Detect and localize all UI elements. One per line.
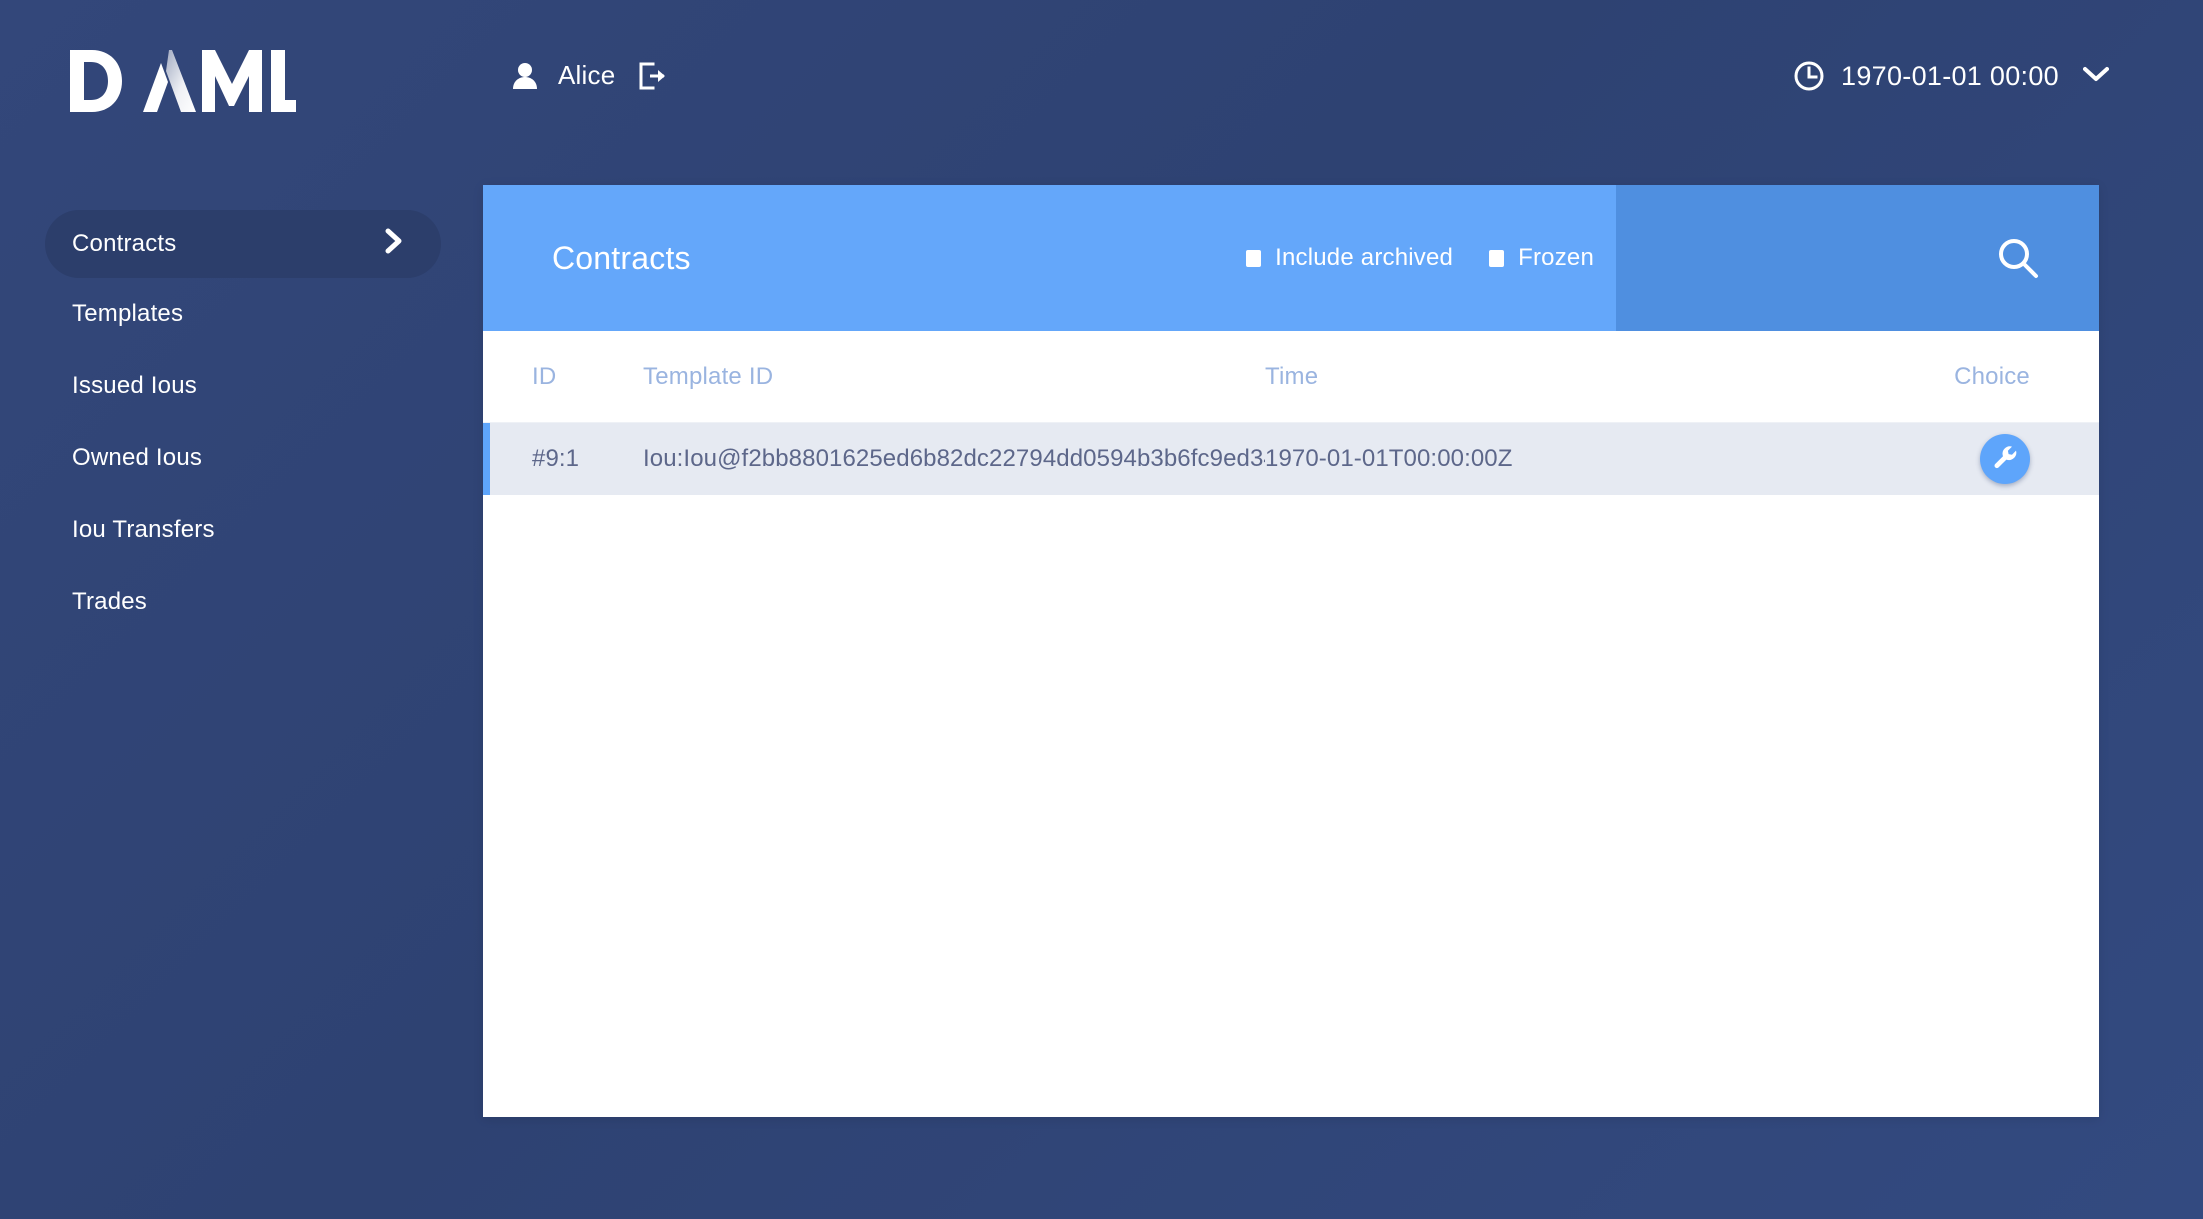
table-row[interactable]: #9:1 Iou:Iou@f2bb8801625ed6b82dc22794dd0…: [483, 423, 2099, 495]
clock-icon: [1793, 60, 1825, 92]
ledger-time-selector[interactable]: 1970-01-01 00:00: [1793, 60, 2109, 92]
filter-label: Frozen: [1518, 244, 1594, 271]
cell-contract-id: #9:1: [532, 445, 580, 472]
sidebar-item-label: Iou Transfers: [72, 516, 215, 543]
user-block: Alice: [512, 60, 667, 91]
column-header-template: Template ID: [643, 362, 774, 390]
filter-group: Include archived Frozen: [1246, 244, 1616, 272]
row-accent-bar: [483, 423, 490, 495]
filter-include-archived[interactable]: Include archived: [1246, 244, 1453, 272]
sidebar-item-label: Trades: [72, 588, 148, 615]
cell-choice: [1655, 434, 2099, 484]
filter-frozen[interactable]: Frozen: [1489, 244, 1594, 272]
sidebar-item-trades[interactable]: Trades: [0, 566, 460, 638]
sidebar-item-label: Templates: [72, 300, 184, 327]
person-icon: [512, 62, 538, 90]
sidebar: Contracts Templates Issued Ious Owned Io…: [0, 210, 460, 638]
contracts-table: ID Template ID Time Choice #9:1 Iou:Iou@…: [483, 331, 2099, 495]
top-bar: Alice 1970-01-01 00:00: [0, 0, 2203, 160]
sidebar-item-iou-transfers[interactable]: Iou Transfers: [0, 494, 460, 566]
logout-icon[interactable]: [637, 61, 667, 91]
column-header-id: ID: [532, 362, 557, 390]
column-header-choice: Choice: [1954, 362, 2030, 390]
sidebar-item-label: Contracts: [72, 230, 177, 257]
sidebar-item-owned-ious[interactable]: Owned Ious: [0, 422, 460, 494]
chevron-right-icon: [383, 228, 405, 261]
cell-template-id: Iou:Iou@f2bb8801625ed6b82dc22794dd0594b3…: [643, 445, 1265, 472]
sidebar-item-label: Owned Ious: [72, 444, 203, 471]
ledger-time-value: 1970-01-01 00:00: [1841, 60, 2059, 91]
column-header-time: Time: [1265, 362, 1319, 390]
page-title: Contracts: [552, 239, 691, 276]
panel-header-main: Contracts Include archived Frozen: [483, 185, 1616, 331]
user-name: Alice: [558, 60, 616, 90]
frozen-checkbox[interactable]: [1489, 249, 1505, 267]
include-archived-checkbox[interactable]: [1246, 249, 1262, 267]
search-icon[interactable]: [1997, 237, 2039, 279]
sidebar-item-contracts[interactable]: Contracts: [45, 210, 441, 278]
sidebar-item-templates[interactable]: Templates: [0, 278, 460, 350]
exercise-choice-button[interactable]: [1980, 434, 2030, 484]
sidebar-item-label: Issued Ious: [72, 372, 197, 399]
chevron-down-icon[interactable]: [2083, 66, 2109, 87]
filter-label: Include archived: [1275, 244, 1454, 271]
daml-logo: [68, 48, 296, 114]
wrench-icon: [1994, 446, 2017, 469]
contracts-panel: Contracts Include archived Frozen ID Tem…: [483, 185, 2099, 1117]
cell-time: 1970-01-01T00:00:00Z: [1265, 445, 1513, 472]
sidebar-item-issued-ious[interactable]: Issued Ious: [0, 350, 460, 422]
search-panel[interactable]: [1616, 185, 2099, 331]
panel-header: Contracts Include archived Frozen: [483, 185, 2099, 331]
table-header-row: ID Template ID Time Choice: [483, 331, 2099, 423]
